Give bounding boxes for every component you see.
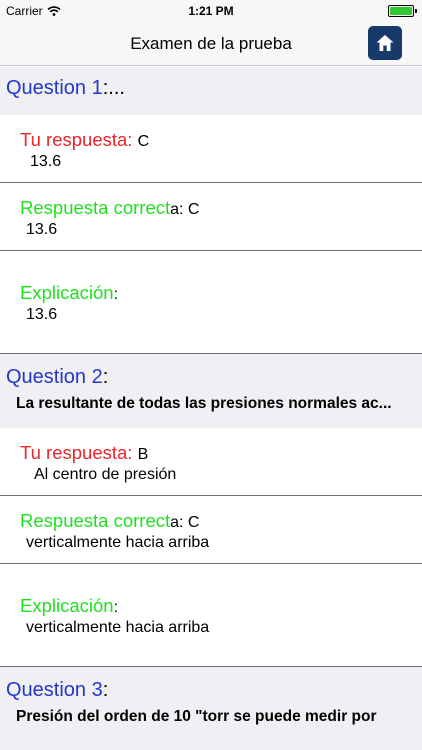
correct-answer-label: Respuesta correcta: C xyxy=(20,197,200,218)
your-answer-text: Al centro de presión xyxy=(34,466,177,483)
question-header: Question 3: Presión del orden de 10 "tor… xyxy=(0,667,422,750)
navigation-bar: Examen de la prueba xyxy=(0,22,422,66)
explanation-text: verticalmente hacia arriba xyxy=(26,619,210,636)
correct-answer-row: Respuesta correcta: C verticalmente haci… xyxy=(0,496,422,564)
your-answer-row: Tu respuesta: C 13.6 xyxy=(0,115,422,183)
battery-icon xyxy=(388,5,417,17)
your-answer-label: Tu respuesta: B xyxy=(20,442,149,463)
page-title: Examen de la prueba xyxy=(130,34,292,53)
clock: 1:21 PM xyxy=(188,4,234,18)
correct-answer-text: 13.6 xyxy=(26,221,58,238)
question-label: Question 1:... xyxy=(6,77,125,99)
battery-level xyxy=(390,7,412,15)
your-answer-text: 13.6 xyxy=(30,153,62,170)
explanation-row: Explicación: verticalmente hacia arriba xyxy=(0,564,422,667)
question-header: Question 2: La resultante de todas las p… xyxy=(0,354,422,428)
home-icon xyxy=(376,35,394,51)
your-answer-label: Tu respuesta: C xyxy=(20,129,150,150)
your-answer-row: Tu respuesta: B Al centro de presión xyxy=(0,428,422,496)
question-text: Presión del orden de 10 "torr se puede m… xyxy=(16,708,377,725)
explanation-label: Explicación: xyxy=(20,282,119,303)
explanation-label: Explicación: xyxy=(20,595,119,616)
correct-answer-row: Respuesta correcta: C 13.6 xyxy=(0,183,422,251)
correct-answer-text: verticalmente hacia arriba xyxy=(26,534,210,551)
question-text: La resultante de todas las presiones nor… xyxy=(16,395,392,412)
battery-tip xyxy=(415,9,417,13)
question-header: Question 1:... xyxy=(0,67,422,115)
question-label: Question 3: xyxy=(6,679,109,701)
status-bar: Carrier 1:21 PM xyxy=(0,0,422,22)
question-label: Question 2: xyxy=(6,366,109,388)
correct-answer-label: Respuesta correcta: C xyxy=(20,510,200,531)
home-button[interactable] xyxy=(368,26,402,60)
explanation-row: Explicación: 13.6 xyxy=(0,251,422,354)
explanation-text: 13.6 xyxy=(26,306,58,323)
